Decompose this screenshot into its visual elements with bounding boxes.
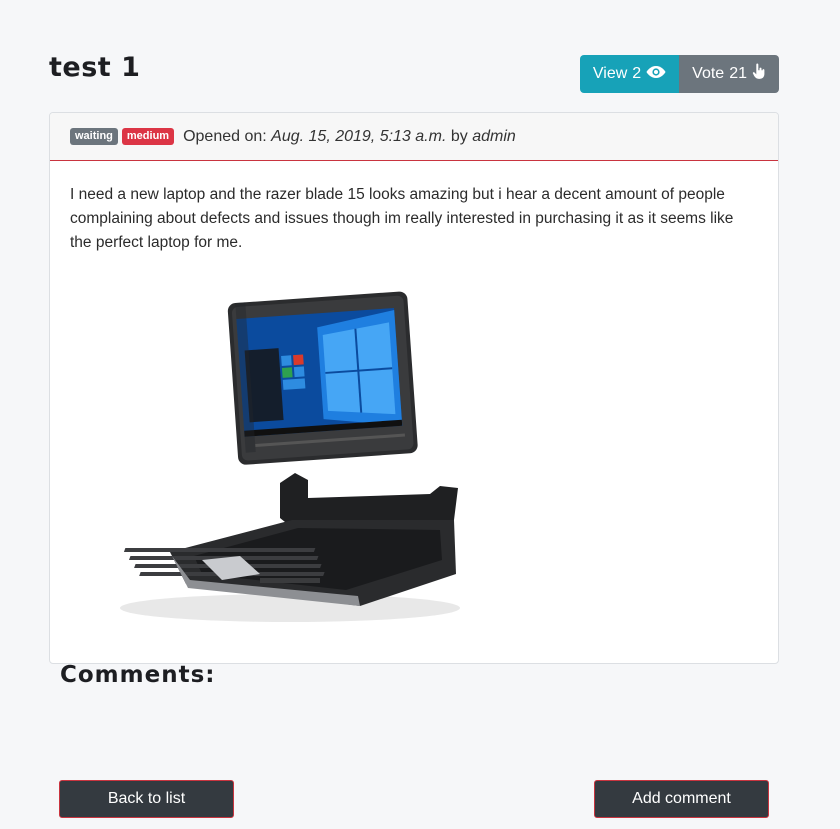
- ticket-description: I need a new laptop and the razer blade …: [70, 186, 734, 251]
- view-button[interactable]: View 2: [579, 55, 680, 93]
- eye-icon: [646, 65, 666, 84]
- opened-label: Opened on:: [183, 127, 267, 145]
- ticket-meta: Opened on: Aug. 15, 2019, 5:13 a.m. by a…: [183, 128, 516, 146]
- vote-button[interactable]: Vote 21: [679, 55, 779, 93]
- add-comment-button[interactable]: Add comment: [594, 780, 769, 818]
- ticket-header: waiting medium Opened on: Aug. 15, 2019,…: [50, 113, 778, 161]
- view-count: 2: [632, 65, 642, 82]
- laptop-image: [110, 288, 530, 633]
- comments-title: Comments:: [60, 662, 216, 688]
- ticket-card: waiting medium Opened on: Aug. 15, 2019,…: [49, 112, 779, 664]
- ticket-body: I need a new laptop and the razer blade …: [50, 161, 778, 255]
- status-badge: waiting: [70, 128, 118, 145]
- back-to-list-button[interactable]: Back to list: [59, 780, 234, 818]
- ticket-actions: View 2 Vote 21: [579, 55, 779, 93]
- opened-date: Aug. 15, 2019, 5:13 a.m.: [271, 127, 447, 145]
- by-label: by: [450, 127, 468, 145]
- vote-label: Vote: [692, 65, 725, 82]
- vote-count: 21: [729, 65, 747, 82]
- priority-badge: medium: [121, 128, 175, 145]
- view-label: View: [592, 65, 628, 82]
- author-name: admin: [472, 127, 516, 145]
- hand-pointer-icon: [752, 62, 766, 85]
- page-title: test 1: [49, 52, 141, 83]
